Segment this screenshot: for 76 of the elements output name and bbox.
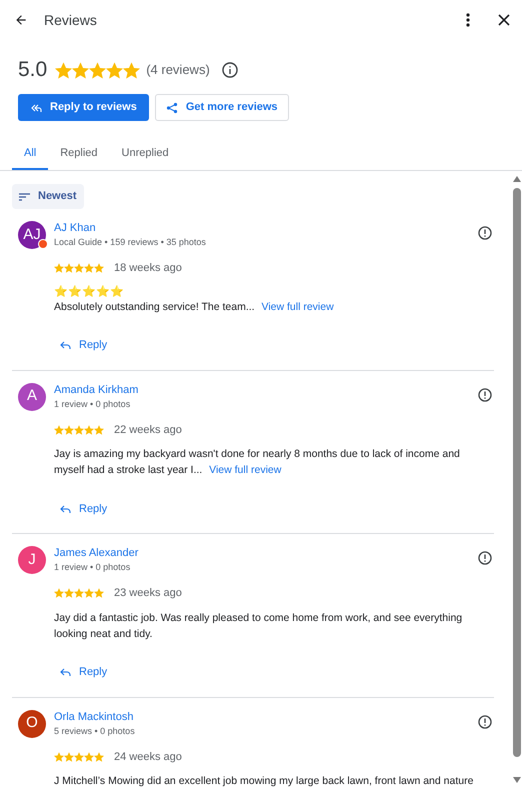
window-title: Reviews — [44, 10, 97, 30]
star-icon — [84, 588, 94, 598]
star-icon — [89, 62, 106, 78]
avatar: O — [18, 710, 46, 738]
review-count: (4 reviews) — [146, 61, 210, 80]
star-icon — [64, 424, 74, 435]
reviewer-name[interactable]: AJ Khan — [54, 221, 478, 236]
star-icon — [74, 424, 84, 435]
review-time: 23 weeks ago — [114, 586, 182, 601]
review-text: Absolutely outstanding service! The team... View full review — [54, 300, 335, 314]
tab[interactable]: All — [12, 139, 48, 170]
reviewer-name[interactable]: Orla Mackintosh — [54, 710, 478, 724]
star-icon — [54, 588, 64, 598]
scroll-down-icon[interactable] — [513, 777, 521, 783]
review-time: 18 weeks ago — [114, 261, 182, 276]
reviewer-name[interactable]: Amanda Kirkham — [54, 382, 478, 398]
tab[interactable]: Unreplied — [110, 139, 181, 170]
star-icon — [72, 62, 90, 78]
rating-value: 5.0 — [18, 57, 48, 84]
reply-icon — [60, 504, 71, 514]
star-icon — [84, 752, 94, 762]
review-time: 24 weeks ago — [114, 750, 182, 764]
reply-icon — [60, 668, 71, 677]
share-icon — [166, 102, 178, 114]
report-icon[interactable] — [478, 226, 492, 240]
sort-icon — [19, 192, 30, 200]
view-full-review-link[interactable]: View full review — [209, 464, 282, 476]
reviewer-meta: 1 review • 0 photos — [54, 561, 132, 574]
review-text: Jay did a fantastic job. Was really pleased to come home from work, and see everything looking neat and tidy. — [54, 610, 464, 642]
reply-all-icon — [30, 102, 42, 114]
star-icon — [123, 62, 140, 78]
report-icon[interactable] — [478, 551, 492, 565]
back-arrow-icon[interactable] — [14, 13, 28, 27]
reviewer-meta: 1 review • 0 photos — [54, 398, 132, 410]
avatar: AJ — [18, 221, 46, 249]
review-time: 22 weeks ago — [114, 422, 182, 438]
report-icon[interactable] — [478, 714, 492, 728]
more-options-icon[interactable] — [466, 13, 470, 27]
star-icon — [54, 424, 64, 435]
review-text: Jay is amazing my backyard wasn't done for nearly 8 months due to lack of income and myself had a stroke last year I... View full review — [54, 447, 461, 478]
avatar: J — [18, 546, 46, 574]
info-icon[interactable] — [222, 62, 238, 78]
star-icon — [74, 263, 84, 274]
star-icon — [54, 752, 64, 762]
sort-button[interactable]: Newest — [12, 184, 84, 209]
star-icon — [94, 752, 104, 762]
reply-button[interactable]: Reply — [60, 334, 108, 358]
star-icon — [74, 588, 84, 598]
view-full-review-link[interactable]: View full review — [262, 300, 334, 312]
review-text: J Mitchell’s Mowing did an excellent job mowing my large back lawn, front lawn and nature — [54, 774, 474, 787]
get-more-reviews-button[interactable]: Get more reviews — [154, 94, 289, 121]
reply-to-reviews-button[interactable]: Reply to reviews — [18, 94, 149, 121]
close-icon[interactable] — [498, 14, 510, 26]
star-icon — [106, 62, 124, 78]
report-icon[interactable] — [478, 388, 492, 402]
reply-button[interactable]: Reply — [60, 660, 108, 684]
star-icon — [84, 424, 94, 435]
reviewer-meta: 5 reviews • 0 photos — [54, 724, 136, 738]
star-icon — [94, 588, 104, 598]
avatar: A — [18, 382, 46, 410]
star-icon — [54, 263, 64, 274]
reviewer-meta: Local Guide • 159 reviews • 35 photos — [54, 236, 207, 249]
star-icon — [64, 588, 74, 598]
reply-button[interactable]: Reply — [60, 497, 108, 521]
star-icon — [84, 263, 94, 274]
reply-icon — [60, 341, 71, 350]
reviewer-name[interactable]: James Alexander — [54, 546, 478, 561]
star-icon — [55, 62, 72, 78]
star-icon — [94, 424, 104, 435]
star-icon — [64, 263, 74, 274]
scroll-up-icon[interactable] — [513, 176, 521, 182]
star-icon — [64, 752, 74, 762]
star-icon — [94, 263, 104, 274]
star-icon — [74, 752, 84, 762]
tab[interactable]: Replied — [48, 139, 110, 170]
emoji-stars: ⭐⭐⭐⭐⭐ — [54, 284, 125, 298]
